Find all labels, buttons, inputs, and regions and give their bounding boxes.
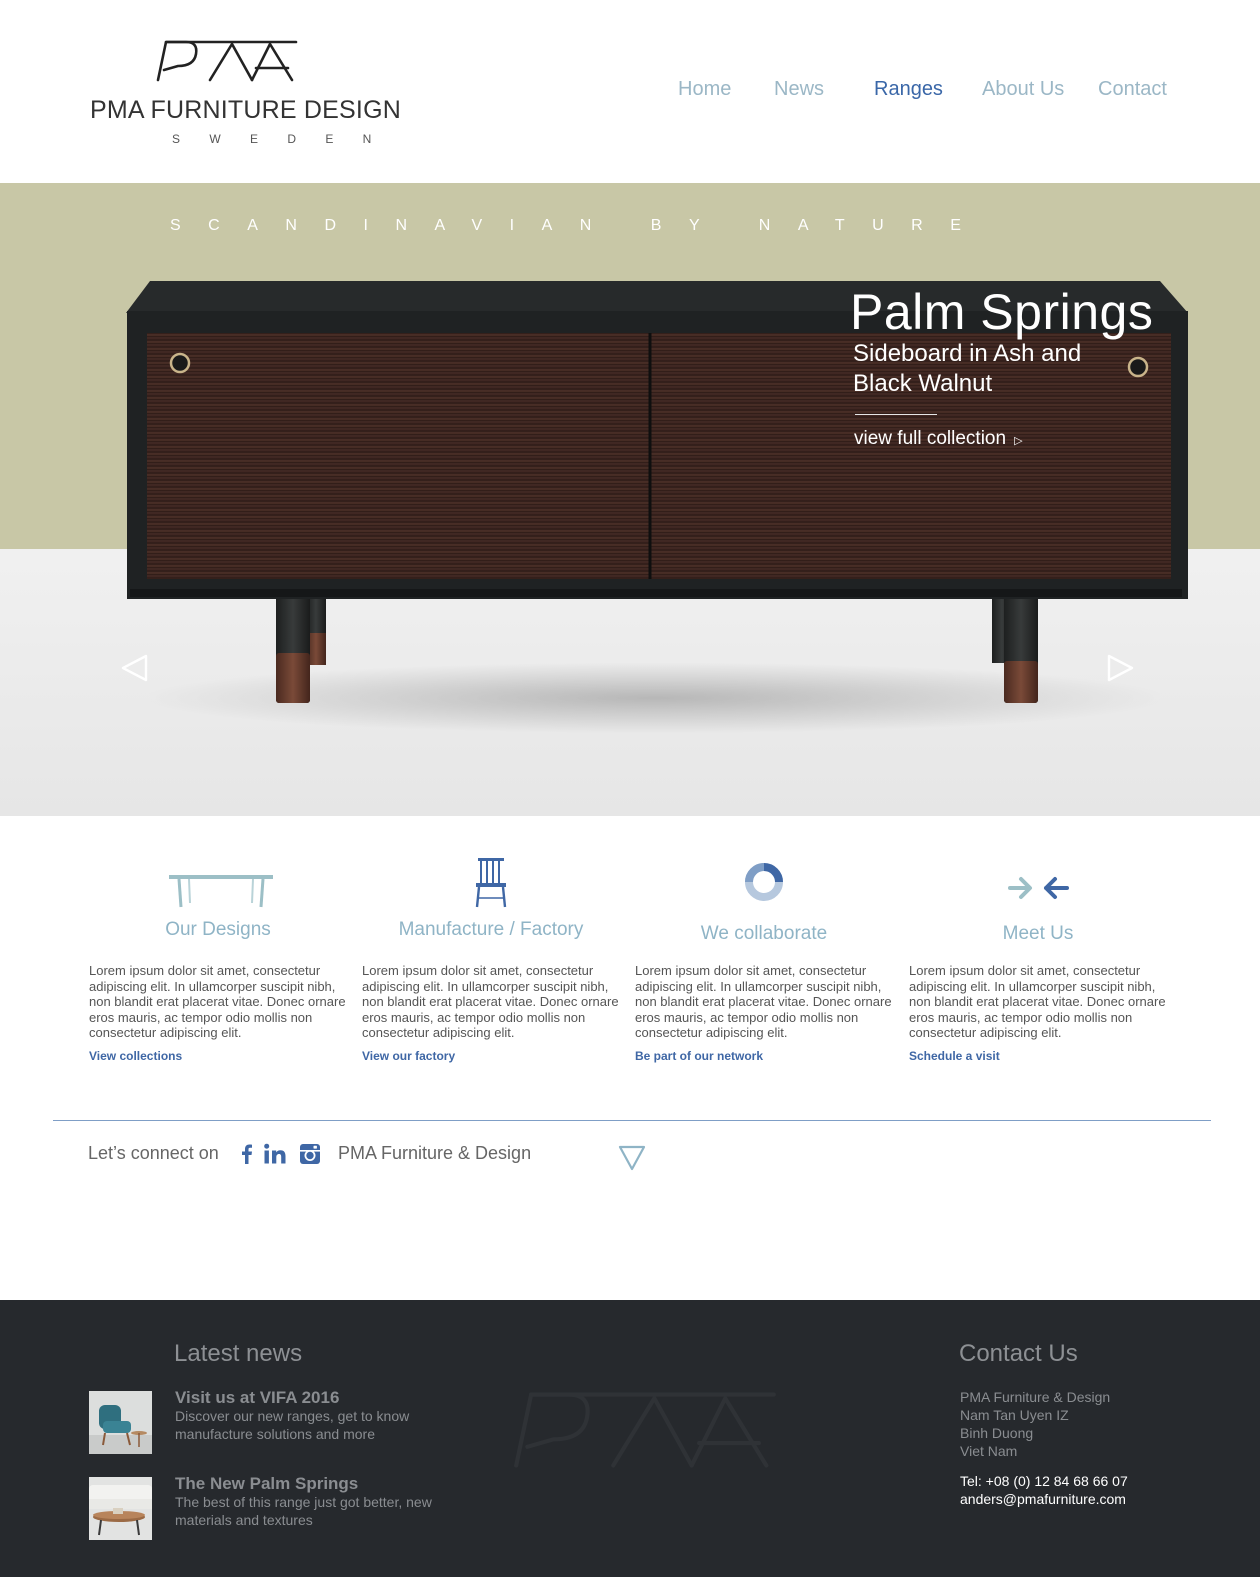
feature-title: Meet Us (1002, 923, 1074, 944)
nav-news[interactable]: News (774, 78, 824, 101)
address-line: PMA Furniture & Design (960, 1389, 1111, 1405)
section-divider (53, 1120, 1211, 1121)
brand-name: PMA FURNITURE DESIGN (90, 96, 401, 124)
facebook-icon[interactable] (235, 1142, 259, 1166)
news-text: Discover our new ranges, get to know man… (175, 1408, 410, 1442)
view-collections-link[interactable]: View collections (89, 1049, 182, 1063)
view-our-factory-link[interactable]: View our factory (362, 1049, 455, 1063)
feature-title: Manufacture / Factory (398, 919, 584, 940)
feature-title: We collaborate (700, 923, 828, 944)
slide-divider (855, 414, 937, 415)
news-thumbnail[interactable] (89, 1391, 152, 1454)
armchair-photo (89, 1391, 152, 1454)
address-line: Binh Duong (960, 1425, 1034, 1441)
view-full-collection-link[interactable]: view full collection ▷ (854, 428, 1023, 450)
news-thumbnail[interactable] (89, 1477, 152, 1540)
address-line: Viet Nam (960, 1443, 1018, 1459)
nav-ranges[interactable]: Ranges (874, 78, 943, 101)
schedule-a-visit-link[interactable]: Schedule a visit (909, 1049, 1000, 1063)
chevron-left-icon[interactable] (120, 653, 150, 683)
chevron-right-icon[interactable] (1105, 653, 1135, 683)
contact-email[interactable]: anders@pmafurniture.com (960, 1490, 1128, 1508)
address-line: Nam Tan Uyen IZ (960, 1407, 1069, 1423)
feature-text: Lorem ipsum dolor sit amet, consectetur … (635, 963, 892, 1040)
news-text: The best of this range just got better, … (175, 1494, 432, 1528)
slide-subtitle: Sideboard in Ash and Black Walnut (853, 340, 1082, 397)
nav-contact[interactable]: Contact (1098, 78, 1167, 101)
site-footer: Latest news Visit us at VIFA 2016 Discov… (0, 1300, 1260, 1577)
instagram-icon[interactable] (298, 1142, 322, 1166)
sideboard-image (126, 281, 1188, 703)
linkedin-icon[interactable] (263, 1142, 287, 1166)
feature-text: Lorem ipsum dolor sit amet, consectetur … (362, 963, 619, 1040)
hero-slider: SCANDINAVIAN BY NATURE Palm Springs Side… (0, 183, 1260, 816)
pma-logo-watermark (514, 1392, 776, 1468)
contact-phone[interactable]: Tel: +08 (0) 12 84 68 66 07 (960, 1472, 1128, 1490)
news-title[interactable]: The New Palm Springs (175, 1474, 358, 1494)
feature-text: Lorem ipsum dolor sit amet, consectetur … (909, 963, 1166, 1040)
logo[interactable]: PMA FURNITURE DESIGN S W E D E N (90, 38, 401, 148)
feature-title: Our Designs (165, 919, 271, 940)
scroll-down-icon[interactable] (618, 1145, 646, 1171)
chair-icon (475, 858, 507, 908)
ring-icon (745, 863, 783, 901)
table-icon (169, 875, 273, 908)
brand-country: S W E D E N (172, 132, 385, 146)
contact-address: PMA Furniture & Design Nam Tan Uyen IZ B… (960, 1388, 1110, 1460)
converging-arrows-icon (1008, 877, 1069, 899)
nav-about-us[interactable]: About Us (982, 78, 1064, 101)
pma-logo-mark (156, 40, 298, 82)
contact-us-heading: Contact Us (959, 1340, 1078, 1367)
sofa-table-photo (89, 1477, 152, 1540)
contact-details: Tel: +08 (0) 12 84 68 66 07 anders@pmafu… (960, 1472, 1128, 1508)
play-triangle-icon: ▷ (1014, 435, 1023, 447)
connect-brand-name: PMA Furniture & Design (338, 1143, 532, 1163)
site-header: PMA FURNITURE DESIGN S W E D E N Home Ne… (0, 0, 1260, 183)
be-part-of-network-link[interactable]: Be part of our network (635, 1049, 763, 1063)
connect-label: Let’s connect on (88, 1143, 219, 1163)
nav-home[interactable]: Home (678, 78, 731, 101)
view-full-collection-label: view full collection (854, 428, 1007, 449)
latest-news-heading: Latest news (174, 1340, 303, 1367)
feature-text: Lorem ipsum dolor sit amet, consectetur … (89, 963, 346, 1040)
slide-title: Palm Springs (850, 284, 1154, 340)
news-title[interactable]: Visit us at VIFA 2016 (175, 1388, 339, 1408)
